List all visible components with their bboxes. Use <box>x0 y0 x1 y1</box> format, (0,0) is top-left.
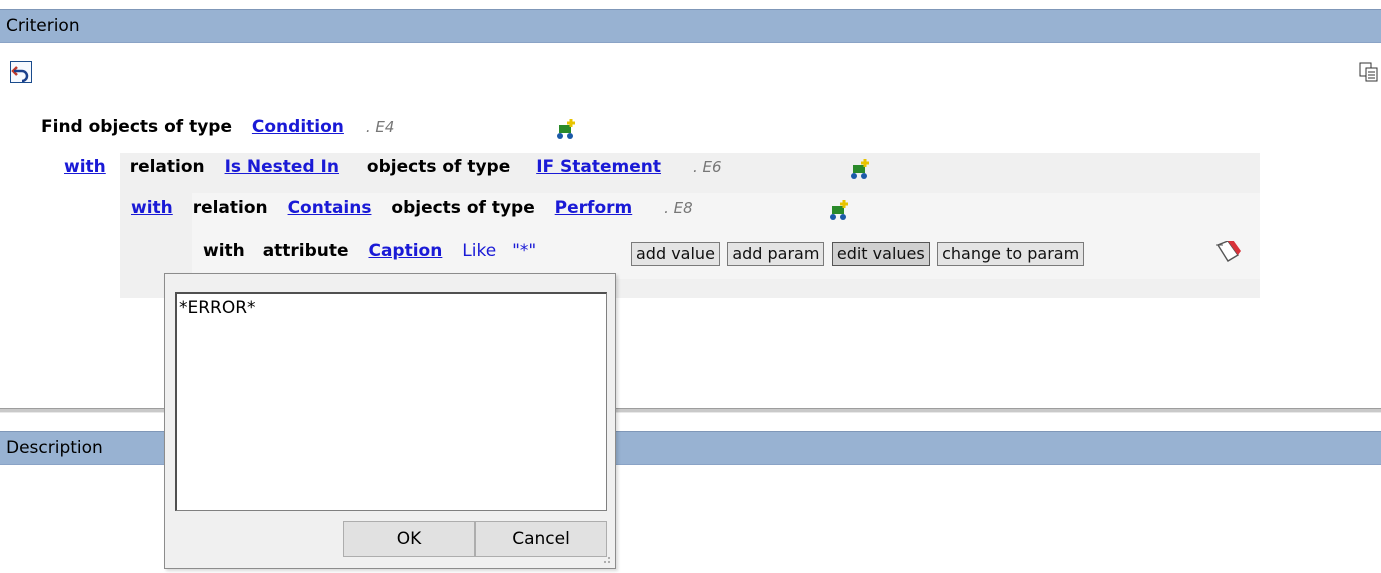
query-line-attribute: with attribute Caption Like "*" <box>203 241 536 261</box>
relation-label-2: relation <box>192 198 268 218</box>
criterion-title: Criterion <box>6 16 80 36</box>
criterion-panel-header: Criterion <box>0 9 1381 43</box>
ok-button[interactable]: OK <box>343 521 475 557</box>
cancel-button[interactable]: Cancel <box>475 521 607 557</box>
type-link-condition[interactable]: Condition <box>252 117 344 137</box>
attribute-button-group: add value add param edit values change t… <box>631 242 1085 266</box>
query-line-contains: with relation Contains objects of type P… <box>131 198 693 218</box>
type-link-if-statement[interactable]: IF Statement <box>536 157 661 177</box>
add-relation-icon[interactable] <box>827 198 851 227</box>
relation-link-contains[interactable]: Contains <box>288 198 372 218</box>
values-textarea[interactable]: *ERROR* <box>175 292 607 511</box>
add-relation-icon[interactable] <box>554 117 578 146</box>
attribute-link-caption[interactable]: Caption <box>368 241 442 261</box>
relation-link-nested-in[interactable]: Is Nested In <box>225 157 339 177</box>
add-value-button[interactable]: add value <box>631 242 720 266</box>
with-label-level3: with <box>203 241 245 261</box>
add-param-button[interactable]: add param <box>727 242 825 266</box>
attribute-value[interactable]: "*" <box>512 241 536 261</box>
relation-label-1: relation <box>129 157 205 177</box>
resize-grip-icon[interactable] <box>601 554 611 564</box>
eraser-icon[interactable] <box>1214 237 1242 272</box>
undo-icon[interactable] <box>10 61 32 83</box>
edit-values-button[interactable]: edit values <box>831 242 930 266</box>
query-line-find: Find objects of type Condition . E4 <box>41 117 394 137</box>
with-link-level1[interactable]: with <box>64 157 106 177</box>
element-label-e6: . E6 <box>692 158 722 176</box>
objects-label-2: objects of type <box>391 198 535 218</box>
description-title: Description <box>6 438 103 458</box>
change-to-param-button[interactable]: change to param <box>937 242 1085 266</box>
copy-icon[interactable] <box>1358 61 1380 83</box>
element-label-e8: . E8 <box>664 199 693 217</box>
find-label: Find objects of type <box>41 117 232 137</box>
operator-like[interactable]: Like <box>462 241 496 261</box>
element-label-e4: . E4 <box>365 118 395 136</box>
objects-label-1: objects of type <box>366 157 511 177</box>
add-relation-icon[interactable] <box>848 157 872 186</box>
edit-values-dialog: *ERROR* OK Cancel <box>164 273 616 569</box>
with-link-level2[interactable]: with <box>131 198 173 218</box>
attribute-label: attribute <box>262 241 349 261</box>
type-link-perform[interactable]: Perform <box>555 198 633 218</box>
query-line-nested-in: with relation Is Nested In objects of ty… <box>64 157 722 177</box>
